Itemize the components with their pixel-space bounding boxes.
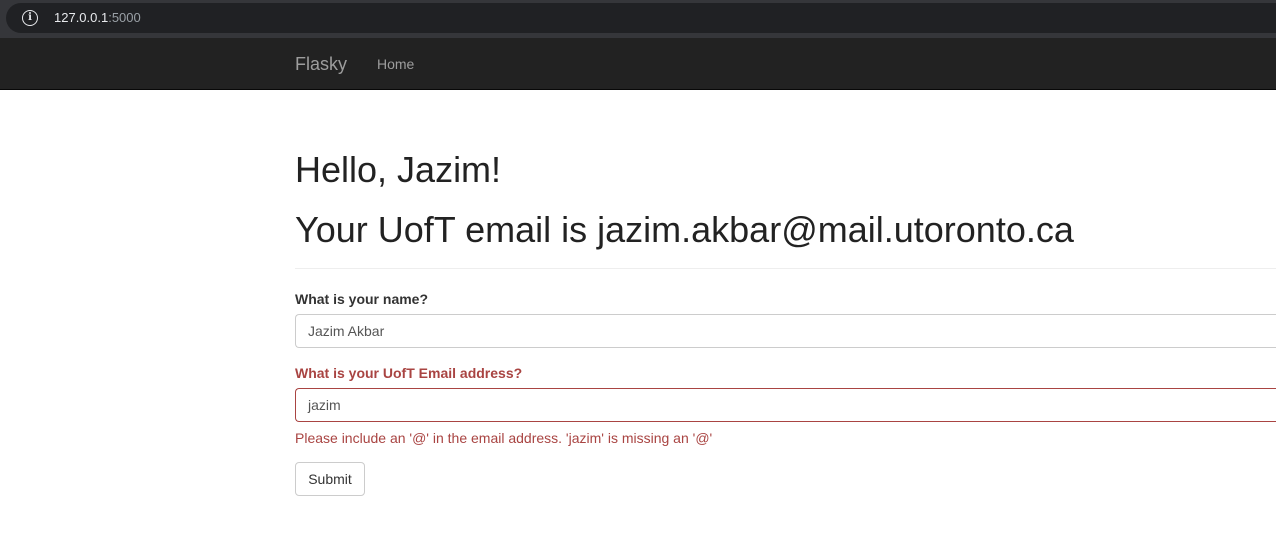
email-input[interactable]: jazim bbox=[295, 388, 1276, 422]
info-icon[interactable]: i bbox=[22, 10, 38, 26]
email-heading: Your UofT email is jazim.akbar@mail.utor… bbox=[295, 209, 1074, 250]
navbar: Flasky Home bbox=[0, 38, 1276, 90]
name-label: What is your name? bbox=[295, 291, 429, 307]
url-port: :5000 bbox=[108, 10, 141, 25]
submit-button[interactable]: Submit bbox=[295, 462, 365, 496]
email-error-message: Please include an '@' in the email addre… bbox=[295, 430, 713, 446]
greeting-heading: Hello, Jazim! bbox=[295, 149, 502, 190]
browser-toolbar: i 127.0.0.1:5000 bbox=[0, 0, 1276, 38]
divider bbox=[295, 268, 1276, 269]
url-host: 127.0.0.1 bbox=[54, 10, 109, 25]
nav-link-home[interactable]: Home bbox=[377, 56, 414, 73]
url-text[interactable]: 127.0.0.1:5000 bbox=[54, 10, 141, 26]
address-bar[interactable]: i 127.0.0.1:5000 bbox=[6, 3, 1276, 33]
name-input[interactable]: Jazim Akbar bbox=[295, 314, 1276, 348]
navbar-brand[interactable]: Flasky bbox=[295, 53, 347, 75]
email-label: What is your UofT Email address? bbox=[295, 365, 523, 381]
